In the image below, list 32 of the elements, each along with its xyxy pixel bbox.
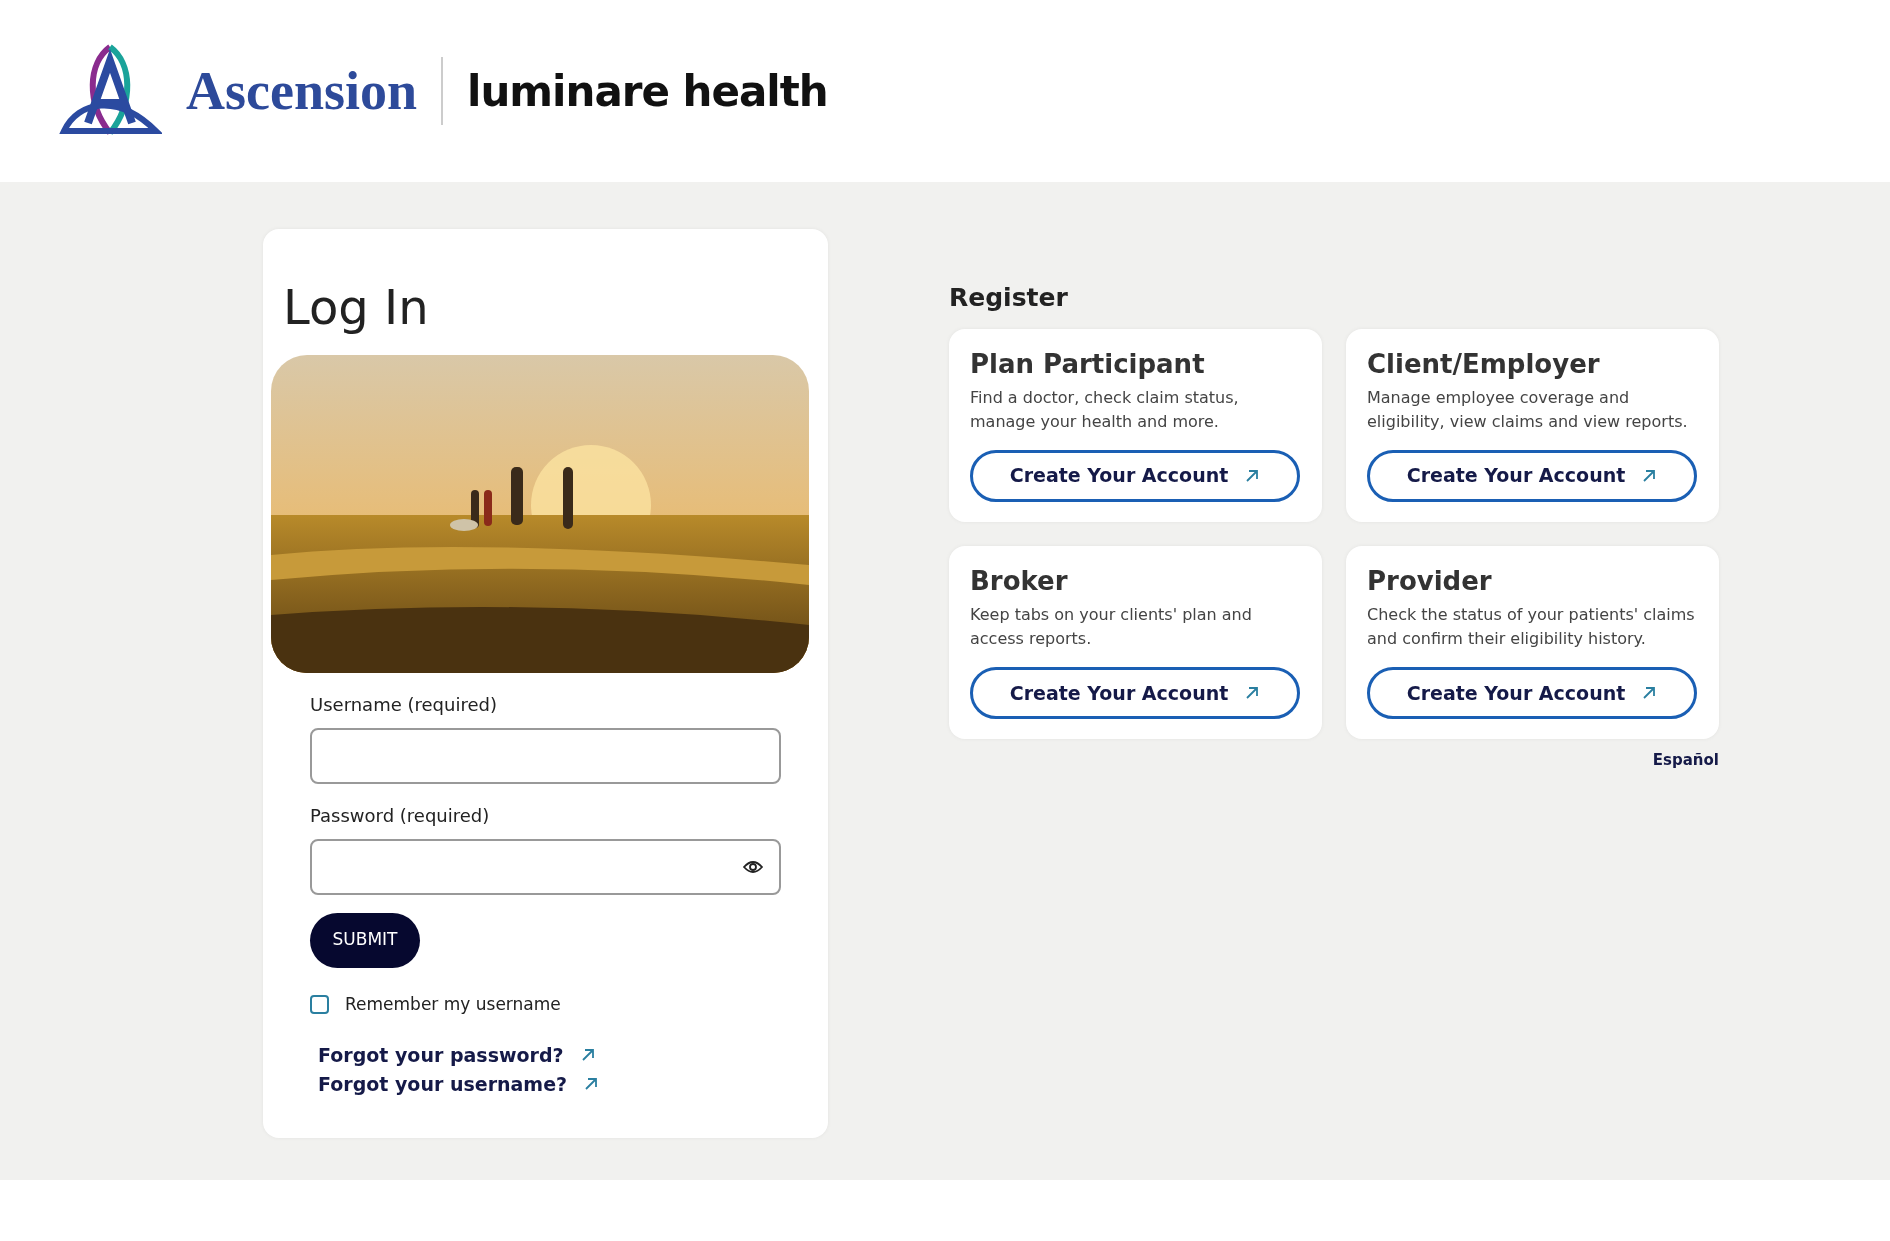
brand-text: luminare health (467, 65, 828, 118)
remember-checkbox[interactable] (310, 994, 329, 1014)
create-account-button[interactable]: Create Your Account (1367, 666, 1697, 719)
external-link-icon (583, 1075, 600, 1092)
field-label: Username (required) (310, 692, 498, 717)
submit-button[interactable]: SUBMIT (310, 912, 420, 968)
external-link-icon (1244, 684, 1261, 701)
create-account-button[interactable]: Create Your Account (970, 666, 1300, 719)
external-link-icon (1244, 467, 1261, 484)
field-label: Password (required) (310, 803, 491, 828)
page-title: Log In (283, 279, 430, 337)
username-field[interactable] (310, 727, 781, 784)
section-title: Register (949, 282, 1069, 314)
card-description: Manage employee coverage and eligibility, view claims and view reports. (1367, 386, 1689, 433)
forgot-link[interactable]: Forgot your password? (318, 1041, 564, 1070)
password-field[interactable] (310, 838, 781, 895)
card-description: Check the status of your patients' claims and confirm their eligibility history. (1367, 603, 1696, 650)
external-link-icon (1641, 684, 1658, 701)
create-account-button[interactable]: Create Your Account (1367, 449, 1697, 502)
create-account-button[interactable]: Create Your Account (970, 449, 1300, 502)
external-link-icon (1641, 467, 1658, 484)
forgot-link[interactable]: Forgot your username? (318, 1069, 568, 1099)
card-title: Provider (1367, 565, 1493, 597)
card-title: Client/Employer (1367, 348, 1601, 380)
card-title: Broker (970, 565, 1069, 597)
language-link[interactable]: Español (1652, 750, 1719, 769)
logo-text: Ascension (186, 59, 418, 123)
card-title: Plan Participant (970, 348, 1206, 380)
card-description: Keep tabs on your clients' plan and access reports. (970, 603, 1253, 650)
checkbox-label: Remember my username (345, 992, 561, 1016)
eye-icon[interactable] (743, 859, 763, 874)
card-description: Find a doctor, check claim status, manage your health and more. (970, 386, 1240, 433)
